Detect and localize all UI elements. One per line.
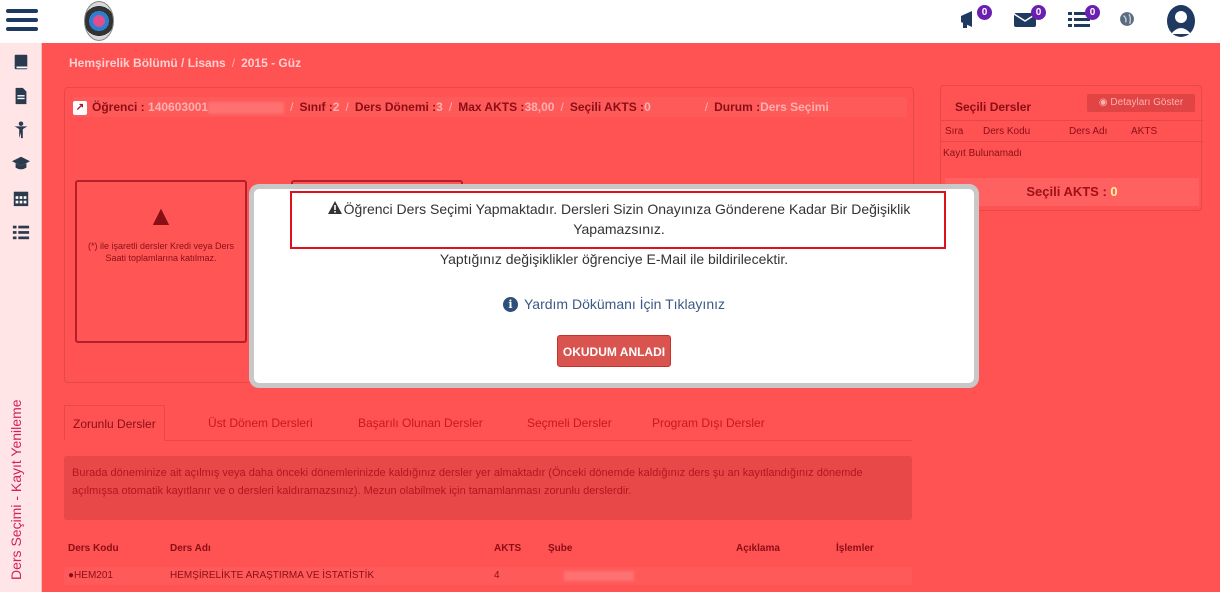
course-akts: 4 xyxy=(494,570,500,581)
column-header: Sıra xyxy=(945,126,964,137)
messages-badge: 0 xyxy=(1031,5,1046,20)
course-tabs: Zorunlu Dersler Üst Dönem Dersleri Başar… xyxy=(64,405,912,441)
tab-upper-term-courses[interactable]: Üst Dönem Dersleri xyxy=(200,405,321,441)
course-name: HEMŞİRELİKTE ARAŞTIRMA VE İSTATİSTİK xyxy=(170,570,375,581)
globe-icon xyxy=(1120,12,1134,26)
selected-courses-title: Seçili Dersler xyxy=(955,100,1032,114)
calendar-icon[interactable] xyxy=(11,189,31,209)
student-number: 140603001 xyxy=(148,100,209,114)
university-logo[interactable] xyxy=(84,1,114,41)
required-courses-notice: Burada döneminize ait açılmış veya daha … xyxy=(64,456,912,520)
column-header: Ders Kodu xyxy=(983,126,1031,137)
term-label: Ders Dönemi : xyxy=(354,100,437,114)
column-header: AKTS xyxy=(494,543,522,554)
course-table-header: Ders Kodu Ders Adı AKTS Şube Açıklama İş… xyxy=(64,543,912,559)
info-modal: Öğrenci Ders Seçimi Yapmaktadır. Dersler… xyxy=(249,184,979,388)
expand-icon[interactable]: ↗ xyxy=(73,100,87,115)
status-label: Durum : xyxy=(714,100,761,114)
language-button[interactable] xyxy=(1118,10,1146,40)
column-header: AKTS xyxy=(1131,126,1158,137)
top-bar: 0 0 0 xyxy=(0,0,1220,43)
breadcrumb-term[interactable]: 2015 - Güz xyxy=(241,56,301,70)
tab-external-courses[interactable]: Program Dışı Dersler xyxy=(644,405,773,441)
page-vertical-title: Ders Seçimi - Kayıt Yenileme xyxy=(8,399,24,580)
tasks-badge: 0 xyxy=(1085,5,1100,20)
student-info-line: ↗ Öğrenci : 140603001/Sınıf :2/Ders Dönem… xyxy=(73,97,907,117)
column-header: Ders Adı xyxy=(170,543,211,554)
tasks-button[interactable]: 0 xyxy=(1066,5,1100,36)
status-value: Ders Seçimi xyxy=(760,100,829,114)
messages-button[interactable]: 0 xyxy=(1012,5,1046,36)
modal-sub-message: Yaptığınız değişiklikler öğrenciye E-Mai… xyxy=(439,251,789,267)
selected-akts-total: Seçili AKTS : 0 xyxy=(945,178,1199,206)
selected-akts-value: 0 xyxy=(644,100,651,114)
confirm-read-button[interactable]: OKUDUM ANLADI xyxy=(557,335,671,367)
class-label: Sınıf : xyxy=(299,100,333,114)
document-icon[interactable] xyxy=(11,87,31,107)
column-header: Ders Kodu xyxy=(68,543,119,554)
announcements-badge: 0 xyxy=(977,5,992,20)
column-header: Şube xyxy=(548,543,573,554)
graduation-cap-icon[interactable] xyxy=(11,155,31,175)
breadcrumb: Hemşirelik Bölümü / Lisans/2015 - Güz xyxy=(69,56,302,70)
credit-warning-text: (*) ile işaretli dersler Kredi veya Ders… xyxy=(87,241,235,263)
column-header: Ders Adı xyxy=(1069,126,1108,137)
list-icon[interactable] xyxy=(11,223,31,243)
tab-passed-courses[interactable]: Başarılı Olunan Dersler xyxy=(350,405,491,441)
selected-courses-panel: Seçili Dersler ◉ Detayları Göster Sıra D… xyxy=(940,85,1203,211)
table-row[interactable]: ● HEM201 HEMŞİRELİKTE ARAŞTIRMA VE İSTAT… xyxy=(64,567,912,585)
user-avatar-icon xyxy=(1167,5,1195,37)
student-label: Öğrenci : xyxy=(92,100,145,114)
term-value: 3 xyxy=(436,100,443,114)
selected-akts-label: Seçili AKTS : xyxy=(569,100,645,114)
help-document-link[interactable]: i Yardım Dökümanı İçin Tıklayınız xyxy=(254,296,974,312)
tab-elective-courses[interactable]: Seçmeli Dersler xyxy=(519,405,620,441)
breadcrumb-program[interactable]: Hemşirelik Bölümü / Lisans xyxy=(69,56,226,70)
column-header: İşlemler xyxy=(836,543,874,554)
hamburger-menu-icon[interactable] xyxy=(6,9,38,35)
course-code: ● HEM201 xyxy=(68,570,113,581)
column-header: Açıklama xyxy=(736,543,780,554)
warning-icon: ▲ xyxy=(147,200,175,231)
max-akts-value: 38,00 xyxy=(524,100,555,114)
modal-message: Öğrenci Ders Seçimi Yapmaktadır. Dersler… xyxy=(294,199,944,239)
credit-warning-card: ▲ (*) ile işaretli dersler Kredi veya De… xyxy=(75,180,247,343)
modal-message-text: Öğrenci Ders Seçimi Yapmaktadır. Dersler… xyxy=(343,201,911,237)
show-details-button[interactable]: ◉ Detayları Göster xyxy=(1087,94,1195,112)
redacted-student-name xyxy=(208,101,285,114)
class-value: 2 xyxy=(332,100,340,114)
max-akts-label: Max AKTS : xyxy=(458,100,525,114)
redacted-section xyxy=(564,571,634,581)
warning-icon xyxy=(327,201,342,214)
announcements-button[interactable]: 0 xyxy=(958,5,992,36)
person-icon[interactable] xyxy=(11,121,31,141)
empty-state-text: Kayıt Bulunamadı xyxy=(943,148,1022,159)
book-icon[interactable] xyxy=(11,53,31,73)
user-profile-button[interactable] xyxy=(1166,4,1195,37)
selected-courses-header: Sıra Ders Kodu Ders Adı AKTS xyxy=(941,120,1203,142)
info-icon: i xyxy=(503,297,518,312)
tab-required-courses[interactable]: Zorunlu Dersler xyxy=(64,405,165,441)
